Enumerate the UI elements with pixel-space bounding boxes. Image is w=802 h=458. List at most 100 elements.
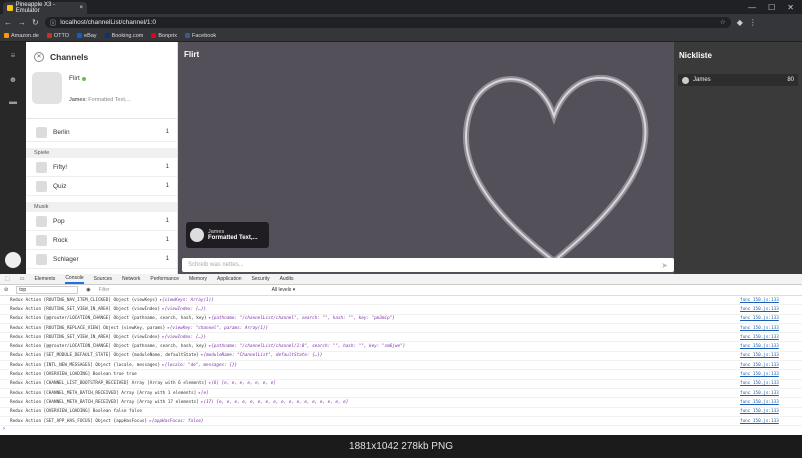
channel-icon [36, 180, 47, 192]
bookmark-item[interactable]: OTTO [46, 33, 69, 39]
log-detail[interactable]: ▸{pathname: "/channelList/channel/1:0", … [209, 344, 406, 349]
bookmark-star-icon[interactable]: ☆ [720, 18, 726, 26]
log-detail[interactable]: ▸{moduleName: "ChannelList", defaultStat… [201, 353, 323, 358]
menu-dots-icon[interactable]: ⋮ [749, 18, 757, 27]
bookmark-item[interactable]: Amazon.de [4, 33, 39, 39]
chat-message[interactable]: James Formatted Text,... [186, 222, 269, 248]
bookmark-label: Facebook [192, 32, 217, 39]
channel-row[interactable]: Berlin 1 [26, 123, 177, 142]
log-source-link[interactable]: func 150.js:133 [740, 335, 779, 340]
bookmark-item[interactable]: Facebook [185, 33, 216, 39]
bookmark-item[interactable]: eBay [77, 33, 97, 39]
log-source-link[interactable]: func 150.js:133 [740, 391, 779, 396]
console-log-row[interactable]: Redux Action [ROUTING_SET_VIEW_IN_AREA] … [0, 333, 802, 343]
forward-arrow-icon[interactable]: → [18, 18, 26, 27]
devtools-tab[interactable]: Security [252, 276, 270, 282]
bookmark-item[interactable]: Booking.com [104, 33, 143, 39]
log-source-link[interactable]: func 150.js:133 [740, 326, 779, 331]
log-detail[interactable]: ▸{locale: "de", messages: {}} [162, 363, 237, 368]
left-rail: ≡ ☻ ▬ [0, 42, 26, 274]
log-detail[interactable]: ▸{appHasFocus: false} [149, 419, 203, 424]
log-detail[interactable]: ▸[e] [198, 391, 208, 396]
devtools-tab[interactable]: Application [217, 276, 241, 282]
console-log-row[interactable]: Redux Action [@@router/LOCATION_CHANGE] … [0, 315, 802, 324]
category-header: Spiele [26, 148, 177, 158]
log-source-link[interactable]: func 150.js:133 [740, 316, 779, 321]
log-detail[interactable]: ▸(6) [e, e, e, e, e, e, e] [209, 381, 276, 386]
browser-toolbar: ← → ↻ ⓘ localhost/channelList/channel/1:… [0, 14, 802, 30]
console-log-row[interactable]: Redux Action [ROUTING_SET_VIEW_IN_AREA] … [0, 305, 802, 315]
nicklist-user[interactable]: James 80 [678, 74, 798, 86]
log-source-link[interactable]: func 150.js:133 [740, 307, 779, 312]
log-source-link[interactable]: func 150.js:133 [740, 298, 779, 303]
extension-icon[interactable]: ◆ [737, 18, 743, 27]
minimize-icon[interactable]: — [748, 3, 756, 12]
devtools-tab[interactable]: Elements [34, 276, 55, 282]
browser-tab[interactable]: Pineapple X3 - Emulator × [3, 2, 87, 14]
inspect-icon[interactable]: ⬚ [5, 276, 10, 282]
console-prompt-icon[interactable]: › [0, 426, 802, 432]
devtools-tab[interactable]: Console [65, 275, 84, 284]
tab-close-icon[interactable]: × [79, 5, 83, 11]
console-log-row[interactable]: Redux Action [ROUTING_NAV_ITEM_CLICKED] … [0, 296, 802, 306]
log-source-link[interactable]: func 150.js:133 [740, 363, 779, 368]
reload-icon[interactable]: ↻ [32, 18, 39, 27]
user-avatar[interactable] [5, 252, 21, 268]
heart-neon-background [462, 74, 649, 264]
devtools-tab[interactable]: Memory [189, 276, 207, 282]
clear-console-icon[interactable]: ⊘ [4, 287, 8, 293]
log-detail[interactable]: ▸{viewKeys: Array(1)} [159, 298, 213, 303]
close-window-icon[interactable]: ✕ [787, 3, 794, 12]
console-log-row[interactable]: Redux Action [CHANNEL_META_BATCH_RECEIVE… [0, 398, 802, 408]
console-log-row[interactable]: Redux Action [SET_APP_HAS_FOCUS] Object … [0, 417, 802, 427]
close-circle-icon[interactable]: ✕ [34, 52, 44, 62]
log-detail[interactable]: ▸{viewIndex: {…}} [162, 307, 206, 312]
log-detail[interactable]: ▸{pathname: "/channelList/channel", sear… [209, 316, 395, 321]
log-source-link[interactable]: func 150.js:133 [740, 344, 779, 349]
channel-row[interactable]: Quiz 1 [26, 177, 177, 196]
messages-icon[interactable]: ▬ [8, 98, 18, 106]
log-detail[interactable]: ▸{viewIndex: {…}} [162, 335, 206, 340]
online-dot-icon [81, 76, 86, 81]
console-log-row[interactable]: Redux Action [SET_MODULE_DEFAULT_STATE] … [0, 352, 802, 362]
maximize-icon[interactable]: ☐ [768, 3, 775, 12]
console-log-row[interactable]: Redux Action [INTL_NEW_MESSAGES] Object … [0, 361, 802, 371]
chat-input[interactable]: Schreib was nettes... ➤ [182, 258, 674, 272]
log-detail[interactable]: ▸{viewKey: "channel", params: Array(1)} [167, 326, 268, 331]
devtools-tab[interactable]: Sources [94, 276, 112, 282]
log-source-link[interactable]: func 150.js:133 [740, 372, 779, 377]
channel-row[interactable]: Rock 1 [26, 231, 177, 250]
address-bar[interactable]: ⓘ localhost/channelList/channel/1:0 ☆ [44, 16, 731, 28]
levels-select[interactable]: All levels ▾ [272, 287, 296, 293]
devtools-tab[interactable]: Audits [280, 276, 294, 282]
eye-icon[interactable]: ◉ [86, 287, 90, 293]
log-detail[interactable]: ▸(17) [e, e, e, e, e, e, e, e, e, e, e, … [201, 400, 348, 405]
log-source-link[interactable]: func 150.js:133 [740, 409, 779, 414]
info-icon[interactable]: ⓘ [50, 17, 57, 27]
console-log-row[interactable]: Redux Action [CHANNEL_META_BATCH_RECEIVE… [0, 389, 802, 399]
console-log-row[interactable]: Redux Action [@@router/LOCATION_CHANGE] … [0, 342, 802, 352]
send-icon[interactable]: ➤ [661, 261, 668, 270]
console-log-row[interactable]: Redux Action [CHANNEL_LIST_BOOTSTRAP_REC… [0, 380, 802, 389]
current-channel-card[interactable]: Flirt James: Formatted Text,... [32, 72, 171, 114]
device-icon[interactable]: ▭ [20, 276, 25, 282]
console-log-row[interactable]: Redux Action [OVERVIEW_LOADING] Boolean … [0, 408, 802, 417]
console-log-row[interactable]: Redux Action [OVERVIEW_LOADING] Boolean … [0, 370, 802, 380]
back-arrow-icon[interactable]: ← [4, 18, 12, 27]
devtools-tab[interactable]: Network [122, 276, 140, 282]
bookmark-item[interactable]: Bonprix [151, 33, 177, 39]
log-source-link[interactable]: func 150.js:133 [740, 400, 779, 405]
console-log-row[interactable]: Redux Action [ROUTING_REPLACE_VIEW] Obje… [0, 324, 802, 334]
log-source-link[interactable]: func 150.js:133 [740, 419, 779, 424]
channel-row[interactable]: Fifty! 1 [26, 158, 177, 177]
channel-row[interactable]: Pop 1 [26, 212, 177, 231]
log-source-link[interactable]: func 150.js:133 [740, 353, 779, 358]
menu-icon[interactable]: ≡ [8, 52, 18, 60]
current-channel-name-text: Flirt [69, 75, 80, 82]
log-source-link[interactable]: func 150.js:133 [740, 381, 779, 386]
devtools-tab[interactable]: Performance [150, 276, 179, 282]
console-filter-input[interactable]: Filter [99, 286, 264, 294]
people-icon[interactable]: ☻ [8, 76, 18, 84]
channel-row[interactable]: Schlager 1 [26, 250, 177, 269]
context-select[interactable]: top [16, 286, 79, 294]
